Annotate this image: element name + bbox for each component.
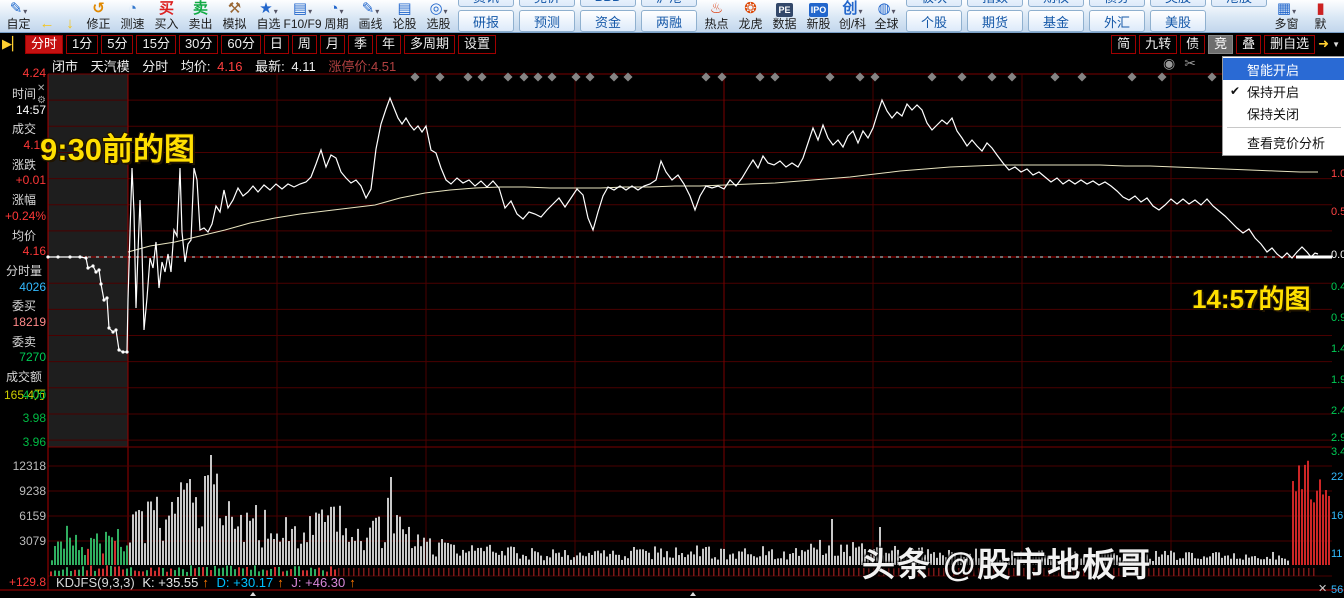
quote-sidebar: ✕ ⚙ 时间 14:57 成交 4.11 涨跌 +0.01 涨幅 +0.24% 均价 4.16 分时…	[0, 0, 48, 598]
menu-item-保持开启[interactable]: ✔ 保持开启	[1223, 80, 1344, 102]
right-axis-label: 1.0	[1331, 168, 1344, 180]
sidebar-label-委卖: 委卖	[11, 334, 36, 349]
axis-label: 4.24	[22, 66, 46, 80]
sidebar-value-涨幅: +0.24%	[4, 208, 46, 223]
right-axis-label: 2.9	[1331, 432, 1344, 444]
sidebar-value-均价: 4.16	[22, 244, 46, 259]
right-axis-label: 3.4	[1331, 446, 1344, 458]
menu-item-智能开启[interactable]: 智能开启	[1223, 58, 1344, 80]
axis-label: 3.98	[22, 411, 46, 425]
menu-item-保持关闭[interactable]: 保持关闭	[1223, 102, 1344, 124]
trading-app-window: ✎ ▾ 自定 ← ↓ ↺ 修正 ◔ 测速买买入卖卖出 ⚒ 模拟 ★ ▾ 自选 ▤ ▾ F10/F9 ◔ ▾ 周期 ✎ ▾ 画…	[0, 0, 1344, 598]
axis-label: 6159	[19, 509, 46, 523]
menu-item-label: 智能开启	[1247, 62, 1300, 78]
sidebar-value-委卖: 7270	[19, 350, 46, 365]
axis-label: 9238	[19, 484, 46, 498]
sidebar-label-时间: 时间	[11, 87, 36, 101]
sidebar-label-分时量: 分时量	[5, 264, 42, 278]
annotation-pre-open: 9:30前的图	[40, 132, 196, 167]
right-axis-label: 11	[1331, 548, 1343, 560]
sidebar-label-成交额: 成交额	[5, 370, 42, 385]
sidebar-value-时间: 14:57	[15, 102, 46, 117]
sidebar-label-委买: 委买	[11, 299, 36, 314]
watermark: 头条 @股市地板哥	[862, 546, 1153, 583]
right-axis-label: 16	[1331, 510, 1344, 522]
sidebar-value-涨跌: +0.01	[15, 173, 46, 188]
kdj-k-value: K: +35.55	[142, 575, 199, 590]
axis-label: 3.96	[22, 435, 46, 449]
right-axis-label: 1.9	[1331, 374, 1344, 386]
menu-item-label: 查看竞价分析	[1247, 135, 1326, 151]
sidebar-value-委买: 18219	[12, 314, 46, 329]
sidebar-label-涨幅: 涨幅	[11, 193, 36, 208]
kdj-indicator-row: KDJFS(9,3,3) K: +35.55 ↑ D: +30.17 ↑ J: +4…	[56, 575, 360, 590]
right-axis-label: 1.4	[1331, 343, 1344, 355]
right-axis-label: 22	[1331, 471, 1344, 483]
sidebar-label-均价: 均价	[11, 228, 36, 243]
up-arrow-icon: ↑	[202, 575, 209, 590]
kdj-d-value: D: +30.17	[216, 575, 274, 590]
kdj-name: KDJFS(9,3,3)	[56, 575, 135, 590]
axis-label: 3079	[19, 534, 46, 548]
right-axis-label: 0.4	[1331, 281, 1344, 293]
axis-label: 4.00	[22, 388, 46, 402]
check-icon: ✔	[1229, 84, 1241, 98]
right-axis-label: 0.9	[1331, 312, 1344, 324]
up-arrow-icon: ↑	[349, 575, 356, 590]
axis-label: +129.8	[8, 575, 46, 589]
up-arrow-icon: ↑	[277, 575, 284, 590]
annotation-close-time: 14:57的图	[1192, 284, 1311, 314]
right-axis-label: 56	[1331, 584, 1344, 596]
menu-item-label: 保持关闭	[1247, 106, 1300, 122]
auction-context-menu: 智能开启 ✔ 保持开启保持关闭查看竞价分析	[1222, 56, 1344, 156]
right-axis-label: 0.0	[1331, 249, 1344, 261]
pane-close-icon[interactable]: ✕	[1318, 582, 1327, 595]
right-axis-label: 0.5	[1331, 206, 1344, 218]
sidebar-value-分时量: 4026	[19, 279, 46, 294]
right-axis-label: 2.4	[1331, 405, 1344, 417]
menu-item-label: 保持开启	[1247, 84, 1300, 100]
menu-item-查看竞价分析[interactable]: 查看竞价分析	[1223, 131, 1344, 153]
intraday-chart[interactable]	[0, 0, 1344, 598]
axis-label: 12318	[12, 459, 46, 473]
kdj-j-value: J: +46.30	[291, 575, 346, 590]
menu-separator	[1227, 127, 1341, 128]
